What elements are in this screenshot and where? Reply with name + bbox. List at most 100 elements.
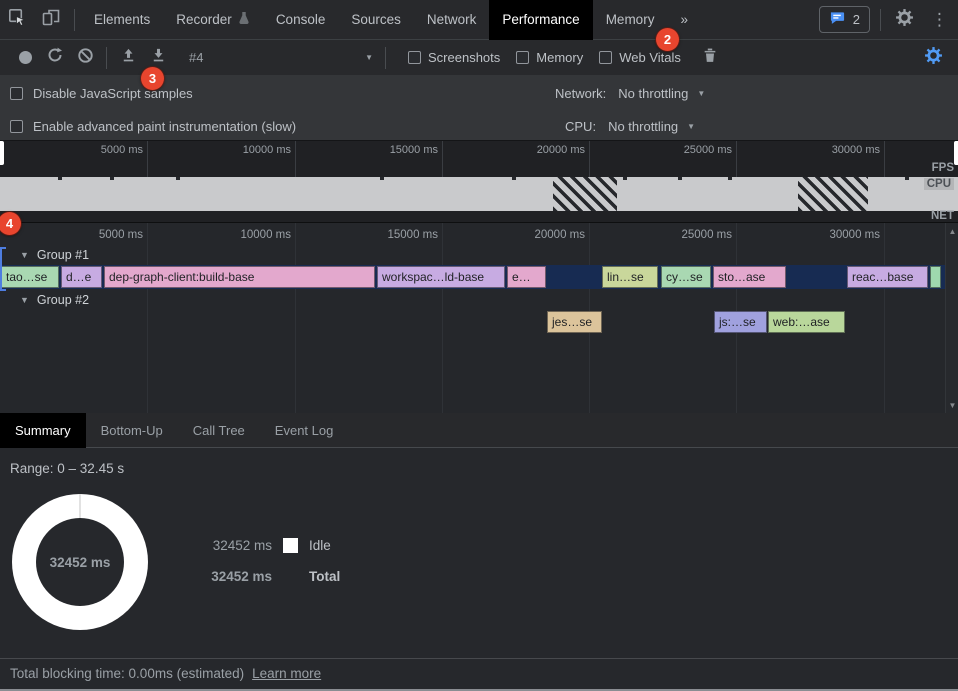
cpu-throttling-dropdown[interactable]: No throttling ▼ (608, 119, 695, 134)
cpu-notch (623, 177, 627, 180)
record-button[interactable] (10, 44, 40, 72)
cpu-busy-hatch (798, 177, 868, 211)
scroll-down-icon[interactable]: ▼ (946, 401, 958, 410)
tab-label: Memory (606, 12, 655, 27)
upload-icon (120, 47, 137, 69)
capture-settings-button[interactable] (918, 44, 948, 72)
flame-bar[interactable]: dep-graph-client:build-base (104, 266, 375, 288)
tab-sources[interactable]: Sources (338, 0, 414, 40)
flame-bar[interactable]: cy…se (661, 266, 711, 288)
chevron-down-icon: ▼ (697, 89, 705, 98)
tab-elements[interactable]: Elements (81, 0, 163, 40)
ruler-tick-label: 15000 ms (362, 229, 438, 241)
tab-summary[interactable]: Summary (0, 413, 86, 448)
ruler-tick-label: 20000 ms (509, 144, 585, 156)
ruler-tick-label: 30000 ms (804, 229, 880, 241)
flame-bar[interactable]: workspac…ld-base (377, 266, 505, 288)
message-count: 2 (853, 12, 860, 27)
ruler-tick-line (736, 141, 737, 177)
cpu-notch (176, 177, 180, 180)
paint-instrumentation-checkbox[interactable] (10, 120, 23, 133)
tab-label: Event Log (275, 423, 334, 438)
record-icon (19, 51, 32, 64)
tab-network[interactable]: Network (414, 0, 490, 40)
ruler-tick-label: 10000 ms (215, 144, 291, 156)
cpu-busy-hatch (553, 177, 617, 211)
blocking-time-footer: Total blocking time: 0.00ms (estimated) … (0, 658, 958, 687)
flame-bar[interactable]: sto…ase (713, 266, 786, 288)
overview-right-handle[interactable] (954, 141, 958, 165)
screenshots-checkbox[interactable] (408, 51, 421, 64)
ruler-tick-line (295, 141, 296, 177)
console-messages-button[interactable]: 2 (819, 6, 870, 33)
flame-bar[interactable]: jes…se (547, 311, 602, 333)
flame-bar[interactable]: js:…se (714, 311, 767, 333)
gear-icon-active (924, 46, 943, 70)
network-throttling-dropdown[interactable]: No throttling ▼ (618, 86, 705, 101)
flame-bar[interactable]: tao…se (1, 266, 59, 288)
load-profile-button[interactable] (113, 44, 143, 72)
tab-recorder[interactable]: Recorder (163, 0, 263, 40)
memory-checkbox[interactable] (516, 51, 529, 64)
flame-bar[interactable] (930, 266, 941, 288)
tab-event-log[interactable]: Event Log (260, 413, 349, 448)
learn-more-link[interactable]: Learn more (252, 666, 321, 681)
cpu-notch (678, 177, 682, 180)
legend-label: Total (309, 569, 340, 584)
tab-call-tree[interactable]: Call Tree (178, 413, 260, 448)
flame-bar[interactable]: reac…base (847, 266, 928, 288)
disable-js-samples-checkbox[interactable] (10, 87, 23, 100)
ruler-tick-line (442, 141, 443, 177)
timeline-overview[interactable]: 5000 ms10000 ms15000 ms20000 ms25000 ms3… (0, 140, 958, 222)
chat-bubble-icon (829, 10, 846, 29)
tab-label: Elements (94, 12, 150, 27)
history-dropdown[interactable]: #4 ▼ (189, 50, 379, 65)
ruler-tick-label: 5000 ms (67, 144, 143, 156)
delete-recording-button[interactable] (695, 44, 725, 72)
tab-bottom-up[interactable]: Bottom-Up (86, 413, 178, 448)
device-toolbar-button[interactable] (34, 5, 68, 35)
trash-icon (702, 47, 718, 69)
paint-instrumentation-label: Enable advanced paint instrumentation (s… (33, 119, 296, 134)
screenshots-checkbox-group[interactable]: Screenshots (408, 50, 500, 65)
flame-scrollbar[interactable]: ▲ ▼ (945, 223, 958, 413)
flame-bar[interactable]: lin…se (602, 266, 658, 288)
cpu-lane-label: CPU (924, 178, 954, 190)
tab-console[interactable]: Console (263, 0, 339, 40)
checkbox-label: Web Vitals (619, 50, 681, 65)
flame-chart[interactable]: ▼ Group #1 tao…sed…edep-graph-client:bui… (0, 222, 958, 413)
settings-button[interactable] (887, 5, 921, 35)
cpu-notch (380, 177, 384, 180)
devtools-window: Elements Recorder Console Sources Networ… (0, 0, 958, 691)
group-1-header[interactable]: ▼ Group #1 (20, 248, 89, 262)
collapse-triangle-icon: ▼ (20, 295, 29, 305)
clear-recording-button[interactable] (70, 44, 100, 72)
ruler-tick-line (884, 141, 885, 177)
web-vitals-checkbox[interactable] (599, 51, 612, 64)
overview-left-handle[interactable] (0, 141, 4, 165)
main-menu-button[interactable]: ⋮ (921, 10, 958, 30)
selected-track-bracket (0, 247, 6, 291)
web-vitals-checkbox-group[interactable]: Web Vitals (599, 50, 681, 65)
group-label: Group #1 (37, 248, 89, 262)
flame-bar[interactable]: e… (507, 266, 546, 288)
divider (385, 47, 386, 69)
divider (880, 9, 881, 31)
flame-bar[interactable]: d…e (61, 266, 102, 288)
inspect-element-button[interactable] (0, 5, 34, 35)
ruler-tick-label: 5000 ms (67, 229, 143, 241)
memory-checkbox-group[interactable]: Memory (516, 50, 583, 65)
tab-performance[interactable]: Performance (489, 0, 592, 40)
group-2-header[interactable]: ▼ Group #2 (20, 293, 89, 307)
net-lane-label: NET (931, 210, 954, 222)
reload-and-record-button[interactable] (40, 44, 70, 72)
cpu-notch (905, 177, 909, 180)
cpu-throttling-control: CPU: No throttling ▼ (565, 119, 695, 134)
time-breakdown-donut-chart: 32452 ms (12, 494, 148, 630)
flame-bar[interactable]: web:…ase (768, 311, 845, 333)
ruler-tick-label: 10000 ms (215, 229, 291, 241)
tabbar-right-controls: 2 ⋮ (819, 5, 958, 35)
scroll-up-icon[interactable]: ▲ (946, 227, 958, 236)
checkbox-label: Memory (536, 50, 583, 65)
tab-label: Sources (351, 12, 401, 27)
